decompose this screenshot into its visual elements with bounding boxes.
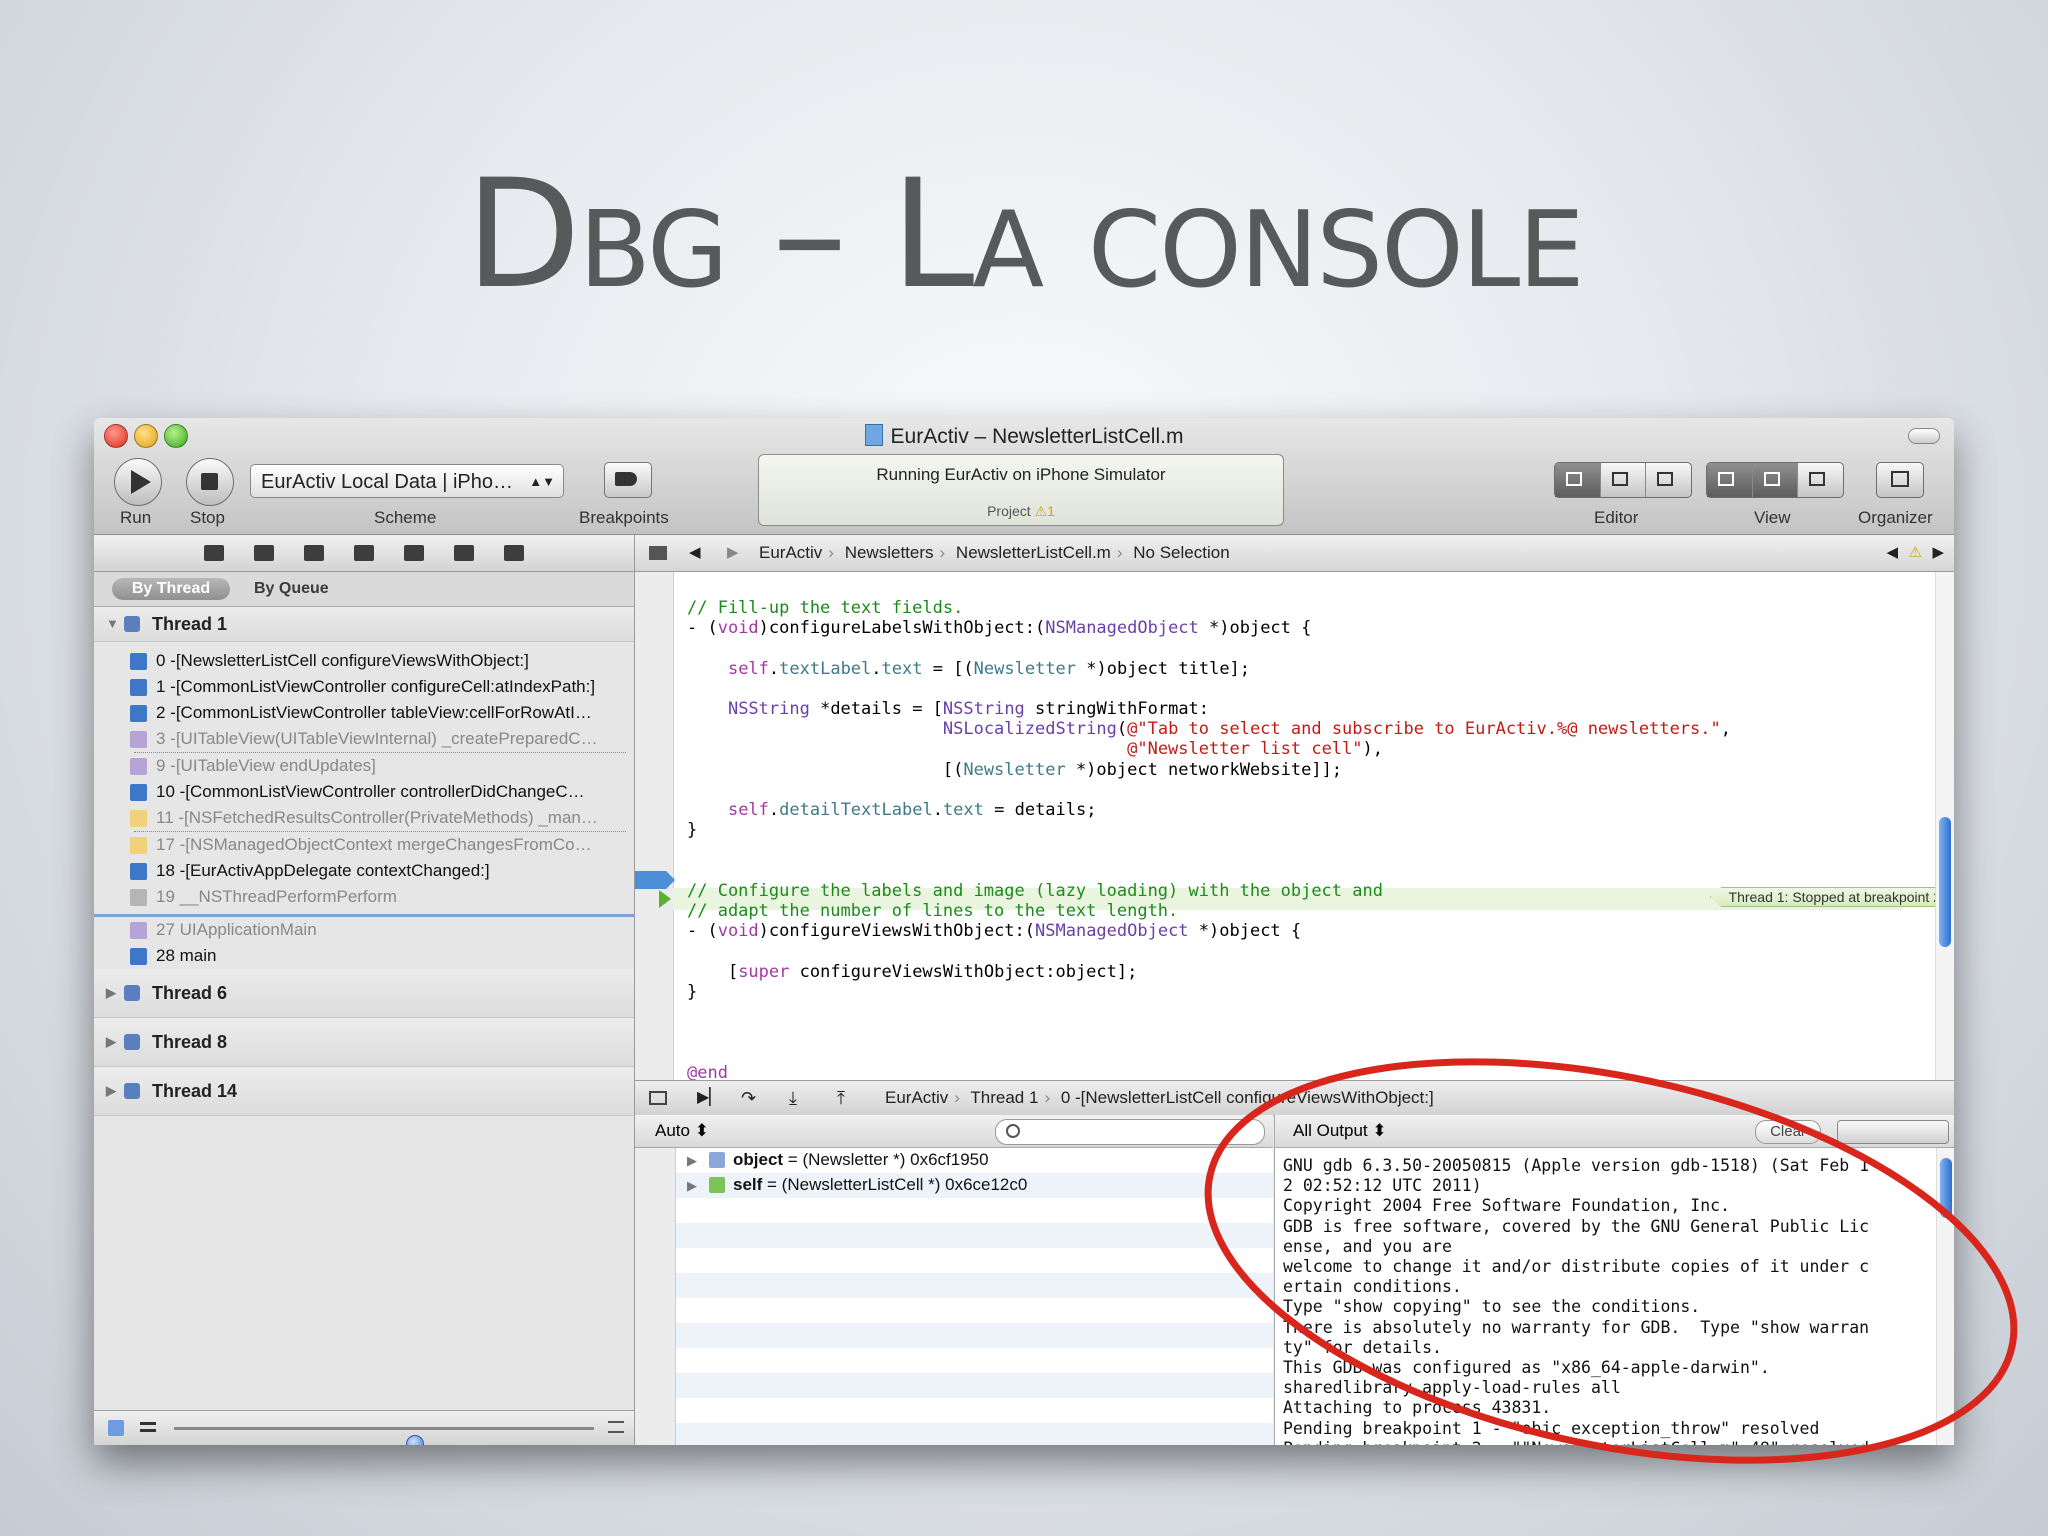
annotation-circle xyxy=(1204,1058,2018,1464)
red-ellipse-annotation xyxy=(1204,1058,2018,1464)
